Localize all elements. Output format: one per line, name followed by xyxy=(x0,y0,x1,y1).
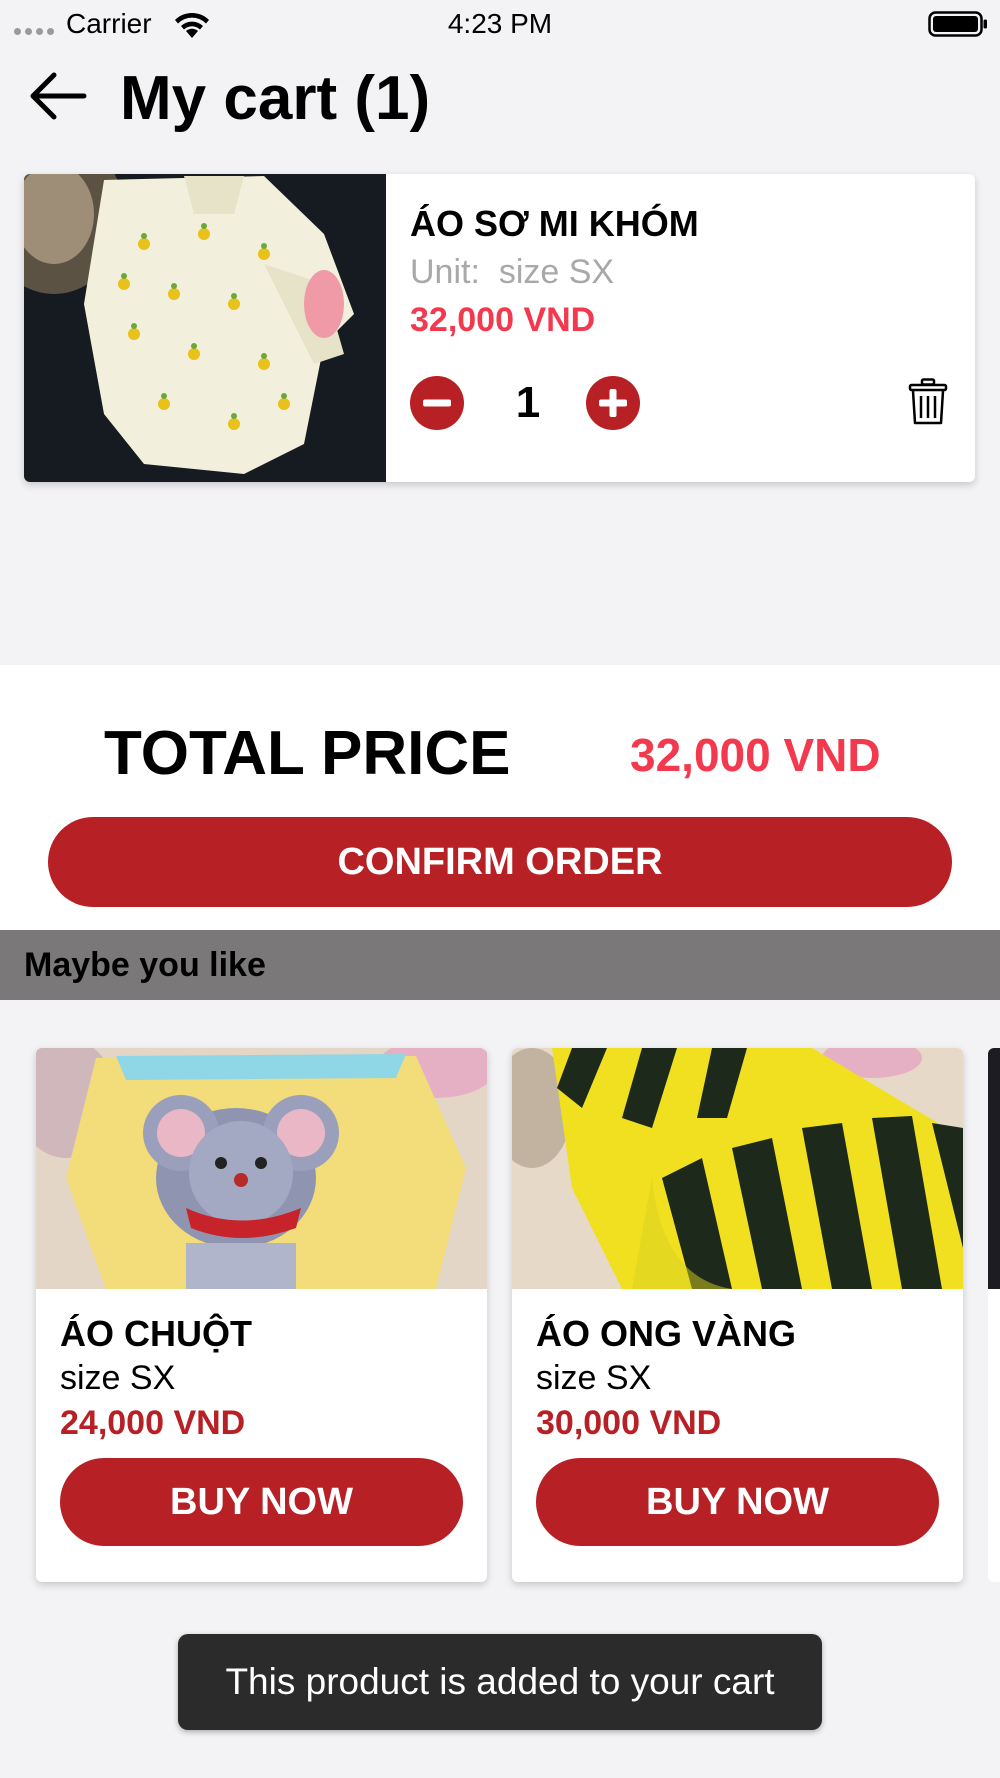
total-panel: TOTAL PRICE 32,000 VND CONFIRM ORDER xyxy=(0,665,1000,930)
product-card-partial[interactable] xyxy=(988,1048,1000,1582)
toast-notification: This product is added to your cart xyxy=(178,1634,822,1730)
cart-item-card: ÁO SƠ MI KHÓM Unit: size SX 32,000 VND 1 xyxy=(24,174,975,482)
product-name: ÁO ONG VÀNG xyxy=(536,1313,797,1354)
toast-message: This product is added to your cart xyxy=(225,1661,775,1702)
buy-now-button[interactable]: BUY NOW xyxy=(60,1458,463,1546)
cart-item-name: ÁO SƠ MI KHÓM xyxy=(410,203,699,244)
product-price: 30,000 VND xyxy=(536,1404,722,1442)
page-title: My cart (1) xyxy=(120,64,431,133)
status-time: 4:23 PM xyxy=(447,8,553,39)
unit-label: Unit: xyxy=(410,253,480,291)
cart-item-image[interactable] xyxy=(24,174,386,482)
unit-value: size SX xyxy=(498,253,615,291)
product-image[interactable] xyxy=(36,1048,487,1289)
increase-quantity-button[interactable] xyxy=(586,376,640,430)
cart-item-price: 32,000 VND xyxy=(410,301,596,339)
buy-now-button[interactable]: BUY NOW xyxy=(536,1458,939,1546)
product-price: 24,000 VND xyxy=(60,1404,246,1442)
product-image xyxy=(988,1048,1000,1289)
battery-icon xyxy=(928,11,987,37)
total-price-value: 32,000 VND xyxy=(630,729,881,781)
status-bar: Carrier 4:23 PM xyxy=(0,0,1000,46)
product-name: ÁO CHUỘT xyxy=(60,1313,252,1354)
cart-item-unit: Unit: size SX xyxy=(410,250,614,294)
confirm-order-button[interactable]: CONFIRM ORDER xyxy=(48,817,952,907)
quantity-value: 1 xyxy=(515,378,541,427)
product-unit: size SX xyxy=(60,1359,176,1397)
decrease-quantity-button[interactable] xyxy=(410,376,464,430)
product-image[interactable] xyxy=(512,1048,963,1289)
product-card[interactable]: ÁO ONG VÀNG size SX 30,000 VND BUY NOW xyxy=(512,1048,963,1582)
product-card[interactable]: ÁO CHUỘT size SX 24,000 VND BUY NOW xyxy=(36,1048,487,1582)
total-price-label: TOTAL PRICE xyxy=(104,719,511,788)
suggestions-header: Maybe you like xyxy=(0,930,1000,1000)
arrow-left-icon[interactable] xyxy=(26,66,92,126)
product-unit: size SX xyxy=(536,1359,652,1397)
trash-icon[interactable] xyxy=(908,378,948,426)
suggestions-title: Maybe you like xyxy=(24,946,266,984)
